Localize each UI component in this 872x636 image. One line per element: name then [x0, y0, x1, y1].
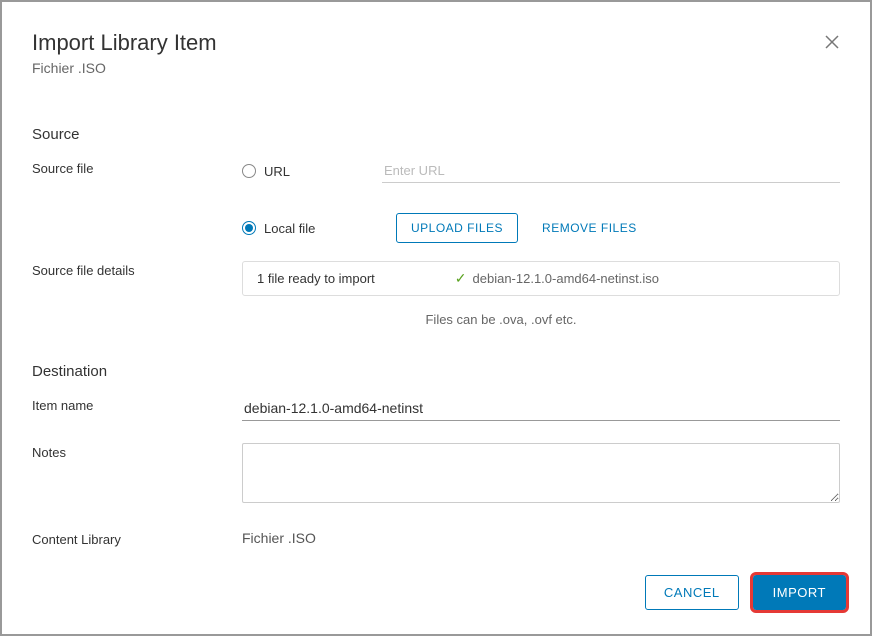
radio-icon: [242, 164, 256, 178]
source-file-details-label: Source file details: [32, 261, 242, 278]
file-ready-text: 1 file ready to import: [257, 271, 375, 286]
file-detail-box: 1 file ready to import ✓ debian-12.1.0-a…: [242, 261, 840, 296]
file-hint: Files can be .ova, .ovf etc.: [162, 312, 840, 327]
item-name-input[interactable]: [242, 396, 840, 421]
url-radio-row: URL: [242, 159, 840, 183]
source-section-title: Source: [32, 126, 840, 143]
modal-header: Import Library Item Fichier .ISO: [2, 2, 870, 86]
destination-section-title: Destination: [32, 363, 840, 380]
close-icon[interactable]: [824, 34, 840, 53]
content-library-value: Fichier .ISO: [242, 530, 316, 546]
cancel-button[interactable]: Cancel: [645, 575, 739, 610]
import-library-modal: Import Library Item Fichier .ISO Source …: [2, 2, 870, 634]
local-file-radio-option[interactable]: Local file: [242, 221, 372, 236]
upload-files-button[interactable]: Upload Files: [396, 213, 518, 243]
local-file-row: Local file Upload Files Remove Files: [242, 213, 840, 243]
file-name-row: ✓ debian-12.1.0-amd64-netinst.iso: [455, 270, 659, 287]
source-file-label: Source file: [32, 159, 242, 176]
content-library-row: Content Library Fichier .ISO: [32, 530, 840, 548]
notes-row: Notes: [32, 443, 840, 508]
radio-icon: [242, 221, 256, 235]
item-name-row: Item name: [32, 396, 840, 421]
modal-footer: Cancel Import: [2, 559, 870, 634]
modal-subtitle: Fichier .ISO: [32, 60, 840, 76]
item-name-control: [242, 396, 840, 421]
source-file-details-row: Source file details 1 file ready to impo…: [32, 261, 840, 327]
modal-title: Import Library Item: [32, 30, 840, 56]
source-file-details-control: 1 file ready to import ✓ debian-12.1.0-a…: [242, 261, 840, 327]
item-name-label: Item name: [32, 396, 242, 413]
source-file-control: URL Local file Upload Files Remove Files: [242, 159, 840, 243]
url-input[interactable]: [382, 159, 840, 183]
check-icon: ✓: [455, 270, 467, 287]
upload-remove-buttons: Upload Files Remove Files: [396, 213, 840, 243]
source-file-row: Source file URL Local file Upload File: [32, 159, 840, 243]
remove-files-button[interactable]: Remove Files: [542, 221, 637, 235]
notes-textarea[interactable]: [242, 443, 840, 503]
url-radio-label: URL: [264, 164, 290, 179]
local-file-radio-label: Local file: [264, 221, 315, 236]
notes-control: [242, 443, 840, 508]
url-radio-option[interactable]: URL: [242, 164, 372, 179]
modal-body: Source Source file URL Local file: [2, 86, 870, 559]
content-library-control: Fichier .ISO: [242, 530, 840, 548]
content-library-label: Content Library: [32, 530, 242, 547]
import-button[interactable]: Import: [753, 575, 846, 610]
file-name: debian-12.1.0-amd64-netinst.iso: [473, 271, 659, 286]
notes-label: Notes: [32, 443, 242, 460]
